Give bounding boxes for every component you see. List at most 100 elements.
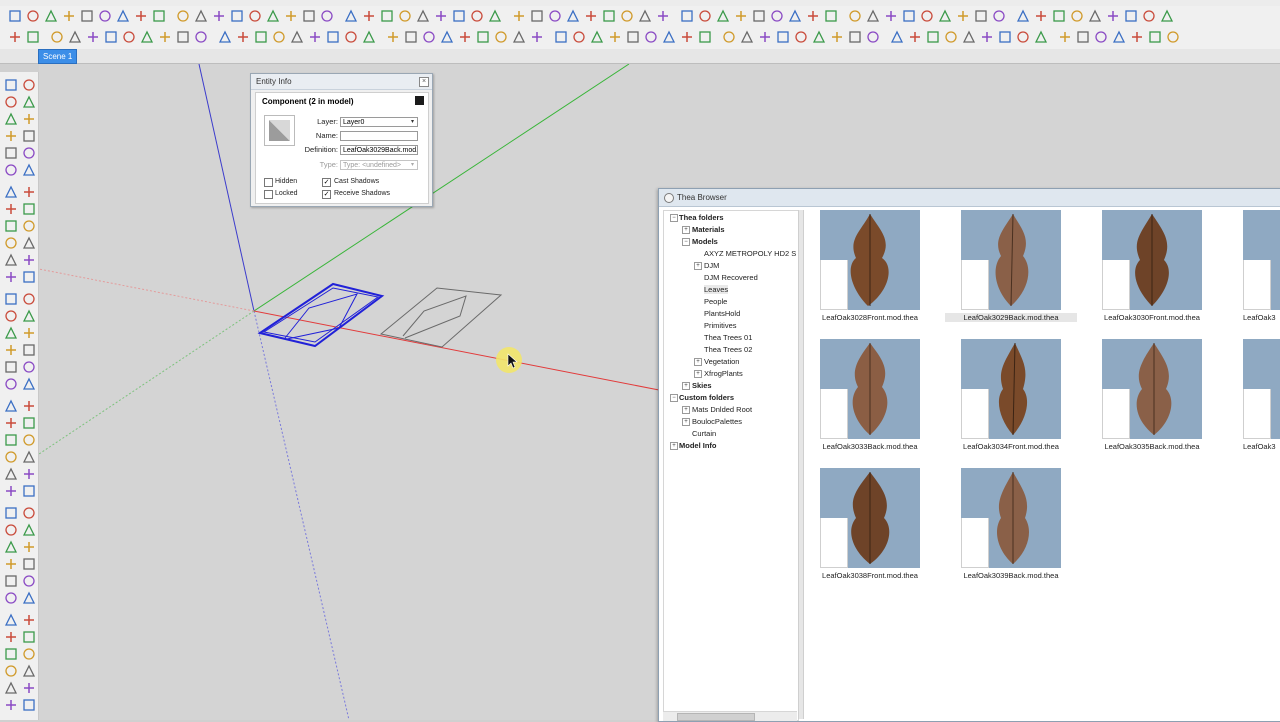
toolbar-tool-icon[interactable]	[1166, 30, 1180, 44]
toolbar-tool-icon[interactable]	[572, 30, 586, 44]
tree-node-model-child[interactable]: Thea Trees 01	[704, 333, 752, 342]
toolbar-tool-icon[interactable]	[122, 30, 136, 44]
toolbar-tool-icon[interactable]	[422, 30, 436, 44]
look-around-icon[interactable]	[4, 416, 18, 430]
arc-icon[interactable]	[4, 163, 18, 177]
tree-node-model-child[interactable]: Vegetation	[704, 357, 739, 366]
rectangle-icon[interactable]	[4, 129, 18, 143]
text-icon[interactable]	[4, 309, 18, 323]
toolbar-tool-icon[interactable]	[620, 9, 634, 23]
toolbar-tool-icon[interactable]	[44, 9, 58, 23]
toolbar-tool-icon[interactable]	[176, 30, 190, 44]
toolbar-tool-icon[interactable]	[380, 9, 394, 23]
offset-icon[interactable]	[22, 664, 36, 678]
toolbar-tool-icon[interactable]	[512, 30, 526, 44]
toolbar-tool-icon[interactable]	[656, 9, 670, 23]
zoom-icon[interactable]	[4, 360, 18, 374]
scale-icon[interactable]	[22, 647, 36, 661]
push-pull-icon[interactable]	[4, 591, 18, 605]
collapse-icon[interactable]: −	[670, 214, 678, 222]
toolbar-tool-icon[interactable]	[866, 30, 880, 44]
toolbar-tool-icon[interactable]	[1016, 30, 1030, 44]
protractor-icon[interactable]	[4, 698, 18, 712]
toolbar-tool-icon[interactable]	[638, 9, 652, 23]
toolbar-tool-icon[interactable]	[134, 9, 148, 23]
toolbar-tool-icon[interactable]	[794, 30, 808, 44]
cast-shadows-checkbox[interactable]: ✓	[322, 178, 331, 187]
zoom-icon[interactable]	[22, 360, 36, 374]
toolbar-tool-icon[interactable]	[362, 9, 376, 23]
expand-icon[interactable]: +	[694, 262, 702, 270]
zoom-extents-icon[interactable]	[22, 377, 36, 391]
paint-bucket-icon[interactable]	[4, 433, 18, 447]
tree-node-custom-child[interactable]: Mats Dnlded Root	[692, 405, 752, 414]
toolbar-tool-icon[interactable]	[548, 9, 562, 23]
toolbar-tool-icon[interactable]	[1106, 9, 1120, 23]
toolbar-tool-icon[interactable]	[1034, 9, 1048, 23]
tree-node-model-child[interactable]: People	[704, 297, 727, 306]
eraser-icon[interactable]	[4, 506, 18, 520]
protractor-icon[interactable]	[4, 292, 18, 306]
toolbar-tool-icon[interactable]	[956, 9, 970, 23]
toolbar-tool-icon[interactable]	[62, 9, 76, 23]
tree-node-custom-child[interactable]: Curtain	[692, 429, 716, 438]
toolbar-tool-icon[interactable]	[8, 30, 22, 44]
offset-icon[interactable]	[22, 253, 36, 267]
look-around-icon[interactable]	[22, 416, 36, 430]
toolbar-tool-icon[interactable]	[284, 9, 298, 23]
close-icon[interactable]: ×	[419, 77, 429, 87]
tree-node-model-child[interactable]: DJM Recovered	[704, 273, 758, 282]
toolbar-tool-icon[interactable]	[752, 9, 766, 23]
toolbar-tool-icon[interactable]	[290, 30, 304, 44]
tree-node-model-child[interactable]: AXYZ METROPOLY HD2 S	[704, 249, 796, 258]
locked-checkbox[interactable]	[264, 190, 273, 199]
toolbar-tool-icon[interactable]	[566, 9, 580, 23]
toolbar-tool-icon[interactable]	[254, 30, 268, 44]
toolbar-tool-icon[interactable]	[1148, 30, 1162, 44]
toolbar-tool-icon[interactable]	[890, 30, 904, 44]
section-icon[interactable]	[22, 467, 36, 481]
move-icon[interactable]	[22, 613, 36, 627]
circle-icon[interactable]	[4, 146, 18, 160]
toolbar-tool-icon[interactable]	[362, 30, 376, 44]
select-icon[interactable]	[4, 78, 18, 92]
rectangle-icon[interactable]	[22, 129, 36, 143]
toolbar-tool-icon[interactable]	[26, 30, 40, 44]
paint-bucket-icon[interactable]	[22, 433, 36, 447]
tree-node-skies[interactable]: Skies	[692, 381, 712, 390]
expand-icon[interactable]: +	[694, 370, 702, 378]
pencil-icon[interactable]	[22, 523, 36, 537]
toolbar-tool-icon[interactable]	[140, 30, 154, 44]
toolbar-tool-icon[interactable]	[266, 9, 280, 23]
toolbar-tool-icon[interactable]	[194, 9, 208, 23]
toolbar-tool-icon[interactable]	[902, 9, 916, 23]
toolbar-tool-icon[interactable]	[608, 30, 622, 44]
scale-icon[interactable]	[4, 647, 18, 661]
toolbar-tool-icon[interactable]	[386, 30, 400, 44]
protractor-icon[interactable]	[22, 698, 36, 712]
toolbar-tool-icon[interactable]	[212, 9, 226, 23]
pencil-icon[interactable]	[4, 112, 18, 126]
push-pull-icon[interactable]	[4, 185, 18, 199]
push-pull-icon[interactable]	[22, 185, 36, 199]
tape-measure-icon[interactable]	[22, 681, 36, 695]
move-icon[interactable]	[22, 202, 36, 216]
expand-icon[interactable]: +	[694, 358, 702, 366]
toolbar-tool-icon[interactable]	[1094, 30, 1108, 44]
toolbar-tool-icon[interactable]	[1124, 9, 1138, 23]
toolbar-tool-icon[interactable]	[848, 30, 862, 44]
move-icon[interactable]	[4, 202, 18, 216]
select-icon[interactable]	[4, 484, 18, 498]
toolbar-tool-icon[interactable]	[770, 9, 784, 23]
toolbar-tool-icon[interactable]	[530, 9, 544, 23]
pan-icon[interactable]	[22, 343, 36, 357]
rectangle-icon[interactable]	[22, 540, 36, 554]
arc-icon[interactable]	[22, 163, 36, 177]
toolbar-tool-icon[interactable]	[248, 9, 262, 23]
offset-icon[interactable]	[4, 664, 18, 678]
toolbar-tool-icon[interactable]	[1034, 30, 1048, 44]
tape-measure-icon[interactable]	[4, 681, 18, 695]
tree-node-model-info[interactable]: Model Info	[679, 441, 717, 450]
toolbar-tool-icon[interactable]	[152, 9, 166, 23]
text-icon[interactable]	[22, 309, 36, 323]
